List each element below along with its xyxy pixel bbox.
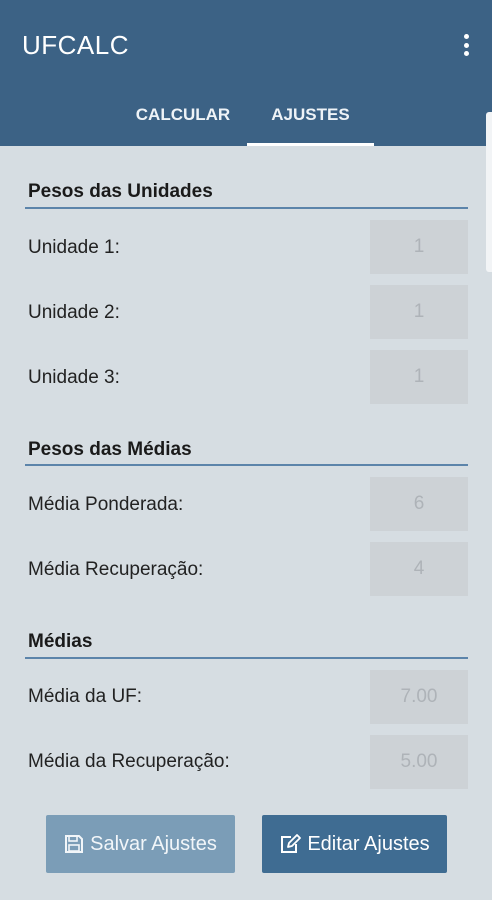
unidade-2-label: Unidade 2: [28,302,120,323]
section-title-pesos-unidades: Pesos das Unidades [28,181,213,202]
unidade-1-input[interactable]: 1 [370,220,468,274]
edit-icon [281,834,302,853]
unidade-3-label: Unidade 3: [28,367,120,388]
app-bar: UFCALC CALCULAR AJUSTES [0,0,492,146]
unidade-3-input[interactable]: 1 [370,350,468,404]
media-recuperacao-label: Média Recuperação: [28,559,204,580]
app-title: UFCALC [22,30,130,60]
section-divider [25,464,468,466]
save-icon [65,835,84,853]
unidade-2-input[interactable]: 1 [370,285,468,339]
tab-bar: CALCULAR AJUSTES [0,90,492,146]
tab-calcular[interactable]: CALCULAR [118,90,248,146]
save-settings-label: Salvar Ajustes [90,832,217,855]
overflow-menu-icon[interactable] [462,34,470,56]
section-divider [25,207,468,209]
unidade-1-label: Unidade 1: [28,237,120,258]
section-divider [25,657,468,659]
media-recuperacao-input[interactable]: 4 [370,542,468,596]
save-settings-button[interactable]: Salvar Ajustes [46,815,235,873]
media-ponderada-input[interactable]: 6 [370,477,468,531]
scroll-indicator [486,112,492,272]
section-title-pesos-medias: Pesos das Médias [28,439,192,460]
edit-settings-button[interactable]: Editar Ajustes [262,815,447,873]
tab-ajustes-label: AJUSTES [271,105,350,124]
tab-ajustes[interactable]: AJUSTES [247,90,374,146]
tab-calcular-label: CALCULAR [135,105,231,124]
section-title-medias: Médias [28,631,93,652]
media-uf-label: Média da UF: [28,686,143,707]
media-recuperacao-uf-label: Média da Recuperação: [28,751,230,772]
media-recuperacao-uf-input[interactable]: 5.00 [370,735,468,789]
media-uf-input[interactable]: 7.00 [370,670,468,724]
edit-settings-label: Editar Ajustes [307,832,430,855]
media-ponderada-label: Média Ponderada: [28,494,184,515]
